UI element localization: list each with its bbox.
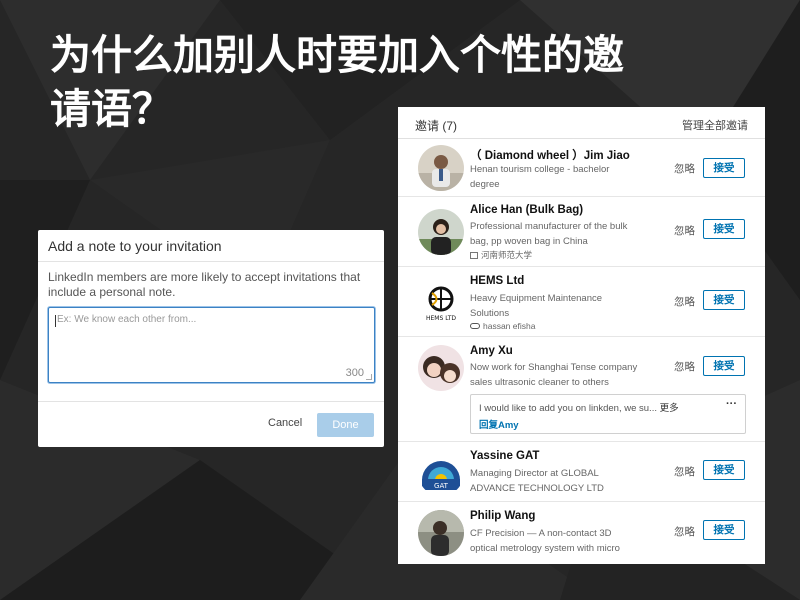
connection-icon [470,323,480,329]
ignore-button[interactable]: 忽略 [674,524,695,539]
invitations-header: 邀请 (7) 管理全部邀请 [398,107,765,139]
desc-line: ADVANCE TECHNOLOGY LTD [470,483,604,494]
note-placeholder: Ex: We know each other from... [57,314,197,325]
message-more-link[interactable]: 更多 [660,403,679,414]
desc-line: Now work for Shanghai Tense company [470,362,638,373]
accept-button[interactable]: 接受 [703,290,745,310]
avatar[interactable] [418,145,464,191]
invitation-description: Professional manufacturer of the bulk ba… [470,219,665,249]
resize-handle-icon[interactable] [366,374,372,380]
desc-line: Solutions [470,308,510,319]
more-options-icon[interactable]: ··· [726,398,737,410]
invitation-subinfo: hassan efisha [470,321,535,331]
text-cursor [55,315,56,327]
desc-line: Henan tourism college - bachelor [470,164,610,175]
invitation-description: Managing Director at GLOBAL ADVANCE TECH… [470,466,665,496]
avatar[interactable] [418,510,464,556]
add-note-dialog: Add a note to your invitation LinkedIn m… [38,230,384,447]
ignore-button[interactable]: 忽略 [674,464,695,479]
avatar[interactable] [418,345,464,391]
accept-button[interactable]: 接受 [703,356,745,376]
invitation-name[interactable]: Philip Wang [470,510,535,522]
desc-line: optical metrology system with micro [470,543,620,554]
invitation-item: GAT Yassine GAT Managing Director at GLO… [398,442,765,502]
manage-all-link[interactable]: 管理全部邀请 [682,117,748,133]
invitation-description: CF Precision — A non-contact 3D optical … [470,526,665,556]
invitation-name[interactable]: Yassine GAT [470,450,539,462]
invitation-name[interactable]: Alice Han (Bulk Bag) [470,204,583,216]
dialog-title: Add a note to your invitation [38,230,384,262]
school-icon [470,252,478,259]
desc-line: bag, pp woven bag in China [470,236,588,247]
desc-line: degree [470,179,500,190]
message-body: I would like to add you on linkden, we s… [479,403,657,414]
invitation-item: HEMS LTD HEMS Ltd Heavy Equipment Mainte… [398,267,765,337]
invitation-item: Amy Xu Now work for Shanghai Tense compa… [398,337,765,442]
dialog-footer: Cancel Done [38,401,384,447]
ignore-button[interactable]: 忽略 [674,161,695,176]
subinfo-text: 河南师范大学 [481,250,533,260]
note-textarea[interactable]: Ex: We know each other from... 300 [48,307,375,383]
char-count: 300 [345,367,364,379]
invitation-item: Alice Han (Bulk Bag) Professional manufa… [398,197,765,267]
invitation-description: Henan tourism college - bachelor degree [470,162,665,192]
accept-button[interactable]: 接受 [703,219,745,239]
ignore-button[interactable]: 忽略 [674,294,695,309]
dialog-description: LinkedIn members are more likely to acce… [48,270,361,299]
invitation-item: Philip Wang CF Precision — A non-contact… [398,502,765,564]
invitation-item: （ Diamond wheel ）Jim Jiao Henan tourism … [398,139,765,197]
message-text: I would like to add you on linkden, we s… [479,400,679,414]
cancel-button[interactable]: Cancel [268,417,302,429]
invitation-message: I would like to add you on linkden, we s… [470,394,746,434]
invitation-description: Now work for Shanghai Tense company sale… [470,360,665,390]
invitations-panel: 邀请 (7) 管理全部邀请 （ Diamond wheel ）Jim Jiao … [398,107,765,564]
invitation-name[interactable]: （ Diamond wheel ）Jim Jiao [470,147,630,163]
invitation-subinfo: 河南师范大学 [470,249,532,261]
invitations-title: 邀请 (7) [415,119,458,133]
ignore-button[interactable]: 忽略 [674,359,695,374]
invitation-name[interactable]: Amy Xu [470,345,513,357]
ignore-button[interactable]: 忽略 [674,223,695,238]
accept-button[interactable]: 接受 [703,460,745,480]
company-logo[interactable]: HEMS LTD [418,279,464,325]
logo-text: HEMS LTD [426,315,456,322]
company-logo[interactable]: GAT [418,450,464,496]
logo-text: GAT [434,482,449,490]
avatar[interactable] [418,209,464,255]
desc-line: Professional manufacturer of the bulk [470,221,628,232]
done-button[interactable]: Done [317,413,374,437]
desc-line: sales ultrasonic cleaner to others [470,377,609,388]
desc-line: Heavy Equipment Maintenance [470,293,603,304]
invitation-name[interactable]: HEMS Ltd [470,275,524,287]
slide-title-line1: 为什么加别人时要加入个性的邀 [50,31,624,79]
invitation-description: Heavy Equipment Maintenance Solutions [470,291,665,321]
subinfo-text: hassan efisha [483,321,536,331]
desc-line: CF Precision — A non-contact 3D [470,528,612,539]
reply-link[interactable]: 回复Amy [479,417,519,431]
desc-line: Managing Director at GLOBAL [470,468,599,479]
accept-button[interactable]: 接受 [703,520,745,540]
accept-button[interactable]: 接受 [703,158,745,178]
